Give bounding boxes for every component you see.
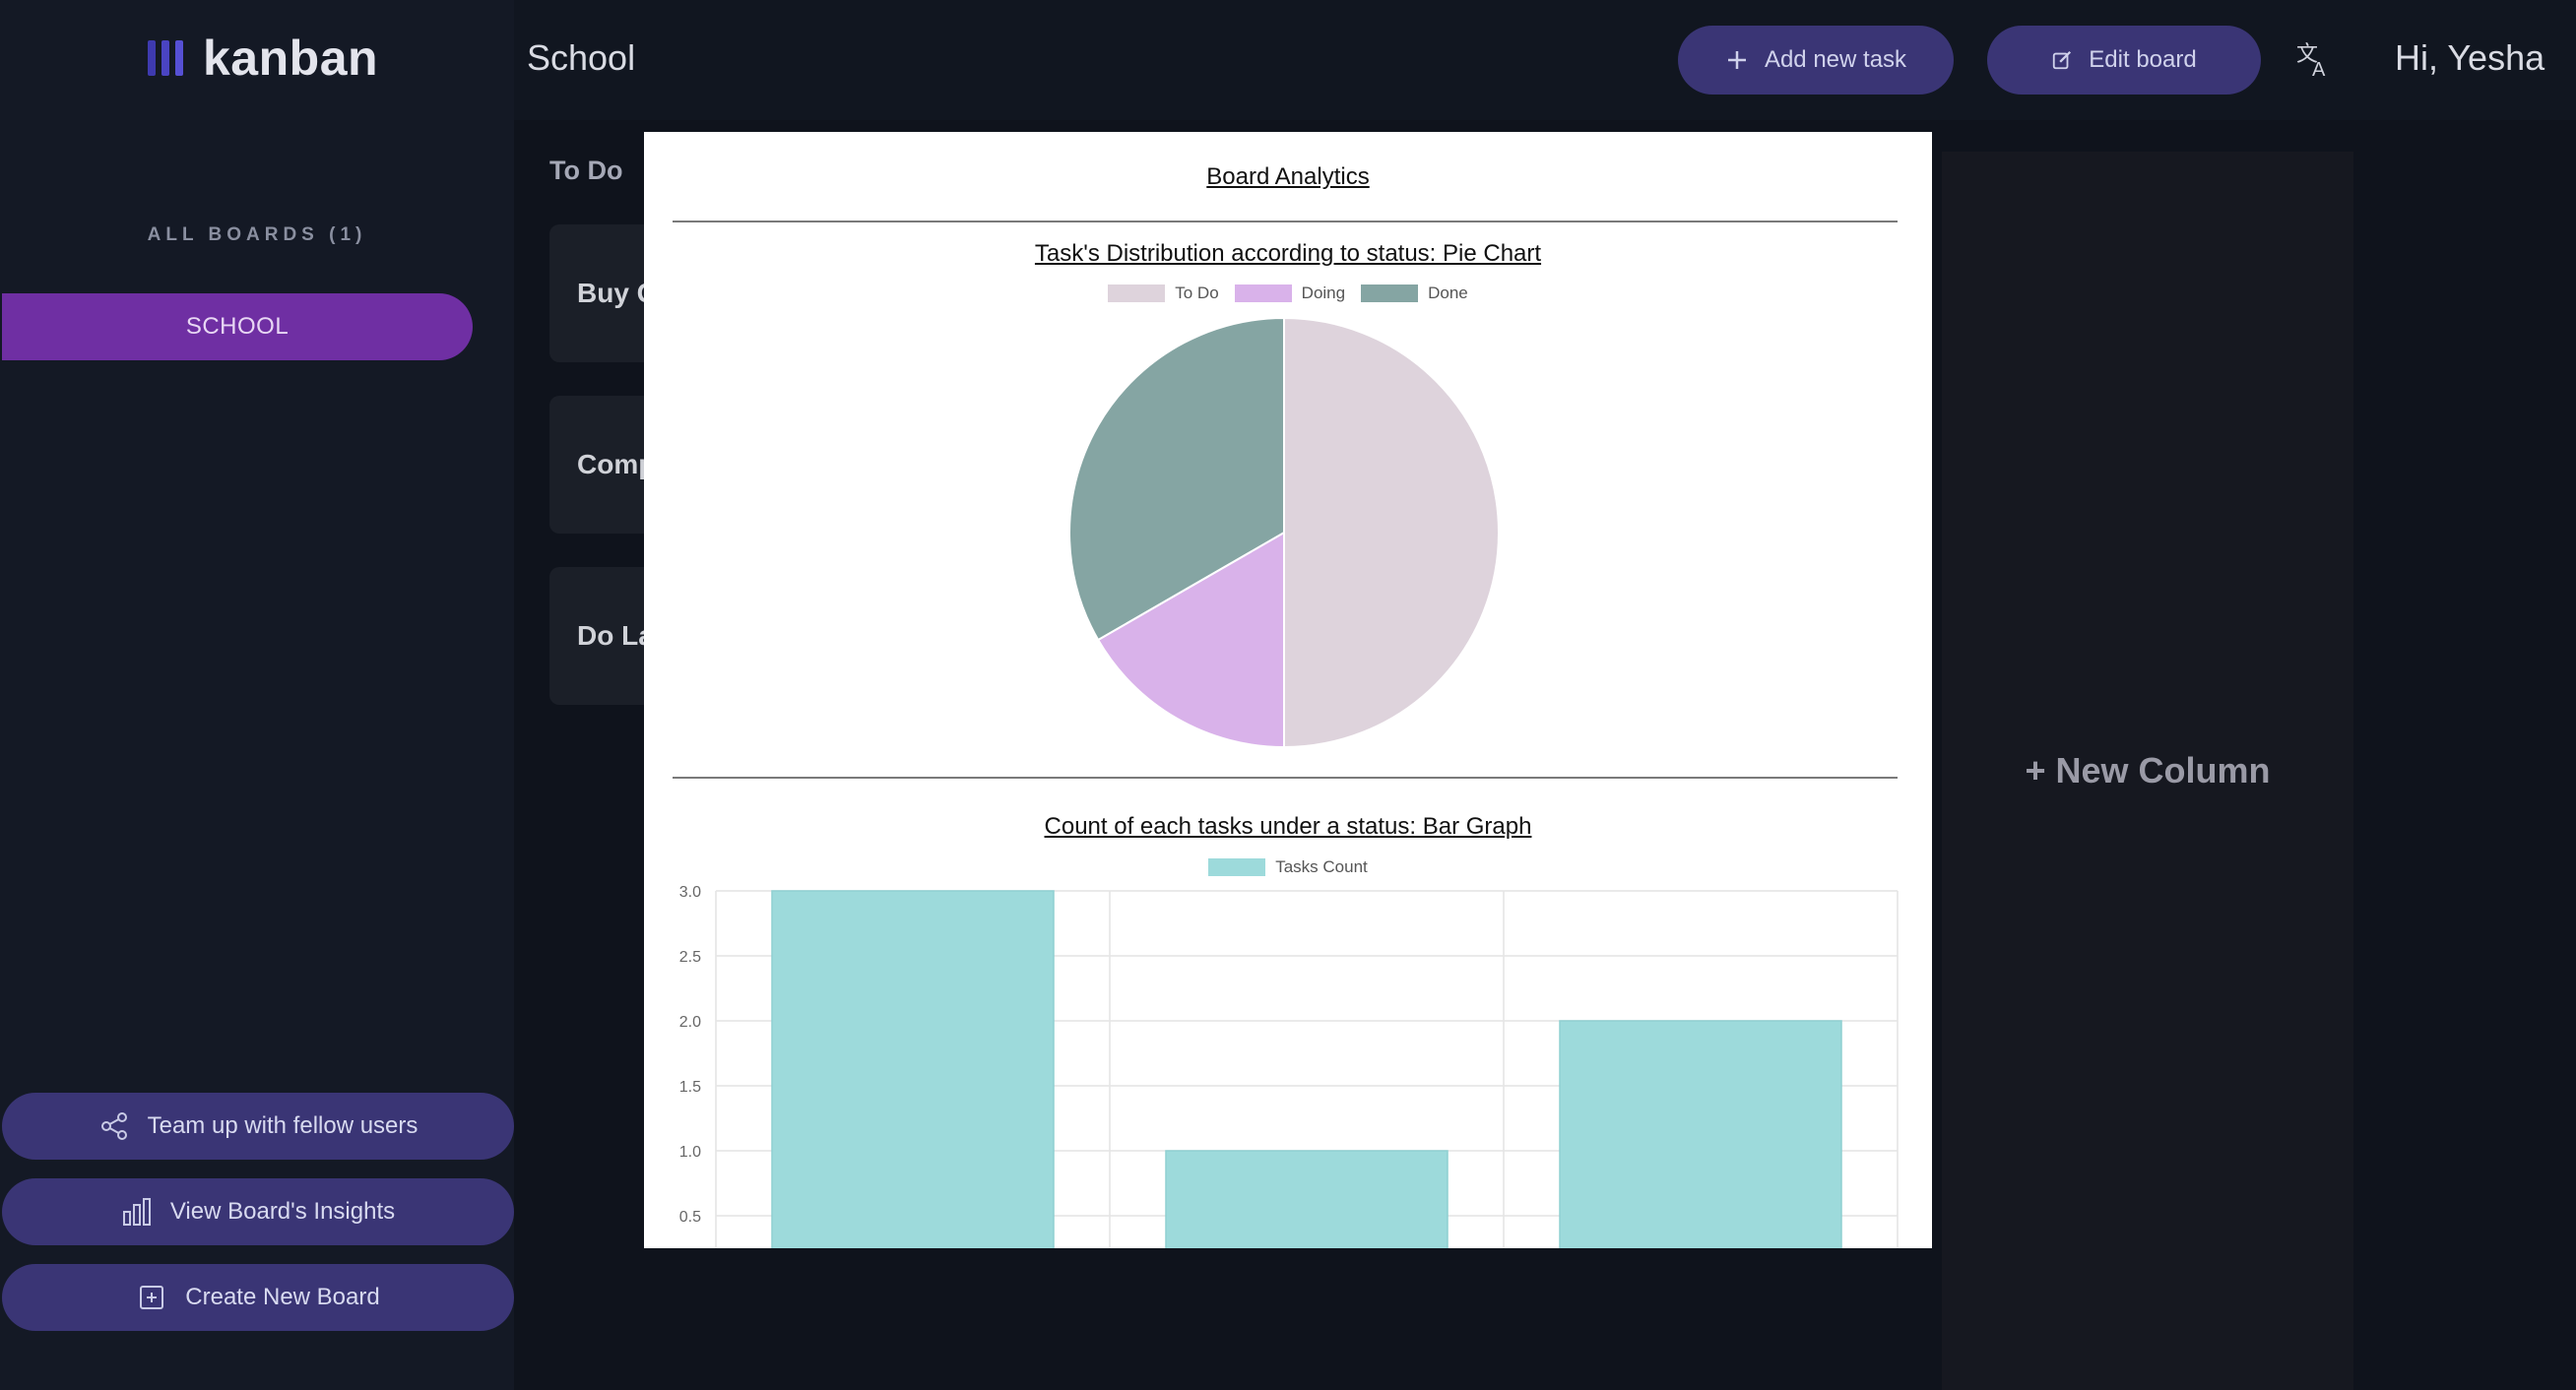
team-up-label: Team up with fellow users <box>147 1112 419 1139</box>
bar[interactable] <box>1559 1020 1842 1248</box>
analytics-modal: Board Analytics Task's Distribution acco… <box>644 132 1932 1248</box>
create-board-label: Create New Board <box>185 1284 380 1310</box>
bar[interactable] <box>771 890 1055 1248</box>
sidebar: kanban ALL BOARDS (1) SCHOOL Team up wit… <box>0 0 514 1390</box>
add-task-label: Add new task <box>1764 46 1907 73</box>
sidebar-item-school[interactable]: SCHOOL <box>2 293 473 360</box>
edit-board-label: Edit board <box>2089 46 2197 73</box>
edit-board-button[interactable]: Edit board <box>1987 26 2261 95</box>
y-tick-label: 0.5 <box>679 1209 701 1226</box>
bar-chart: 3.0 2.5 2.0 1.5 1.0 0.5 <box>679 884 1899 1248</box>
bar-chart-icon <box>122 1198 151 1226</box>
all-boards-heading: ALL BOARDS (1) <box>147 224 367 245</box>
y-tick-label: 1.5 <box>679 1079 701 1096</box>
add-task-button[interactable]: Add new task <box>1678 26 1954 95</box>
view-insights-label: View Board's Insights <box>169 1198 396 1225</box>
add-square-icon <box>140 1286 164 1309</box>
y-tick-label: 2.0 <box>679 1014 701 1031</box>
plus-icon <box>1727 51 1746 69</box>
view-insights-button[interactable]: View Board's Insights <box>2 1178 514 1245</box>
team-up-button[interactable]: Team up with fellow users <box>2 1093 514 1160</box>
column-title-todo: To Do <box>549 156 623 185</box>
user-greeting[interactable]: Hi, Yesha <box>2395 37 2544 79</box>
logo-bar <box>148 40 156 76</box>
logo-bar <box>161 40 169 76</box>
create-board-button[interactable]: Create New Board <box>2 1264 514 1331</box>
share-icon <box>100 1112 127 1140</box>
bar[interactable] <box>1165 1150 1449 1248</box>
y-tick-label: 1.0 <box>679 1144 701 1161</box>
top-header <box>514 0 2576 120</box>
y-tick-label: 3.0 <box>679 884 701 901</box>
translate-icon[interactable]: 文 A <box>2294 39 2334 79</box>
edit-icon <box>2053 50 2072 70</box>
logo-icon <box>148 40 183 76</box>
y-tick-label: 2.5 <box>679 949 701 966</box>
app-name: kanban <box>203 31 379 86</box>
app-logo: kanban <box>148 30 378 87</box>
logo-bar <box>175 40 183 76</box>
board-title: School <box>527 37 636 78</box>
svg-text:A: A <box>2312 59 2326 79</box>
new-column-button[interactable]: + New Column <box>1942 152 2353 1390</box>
